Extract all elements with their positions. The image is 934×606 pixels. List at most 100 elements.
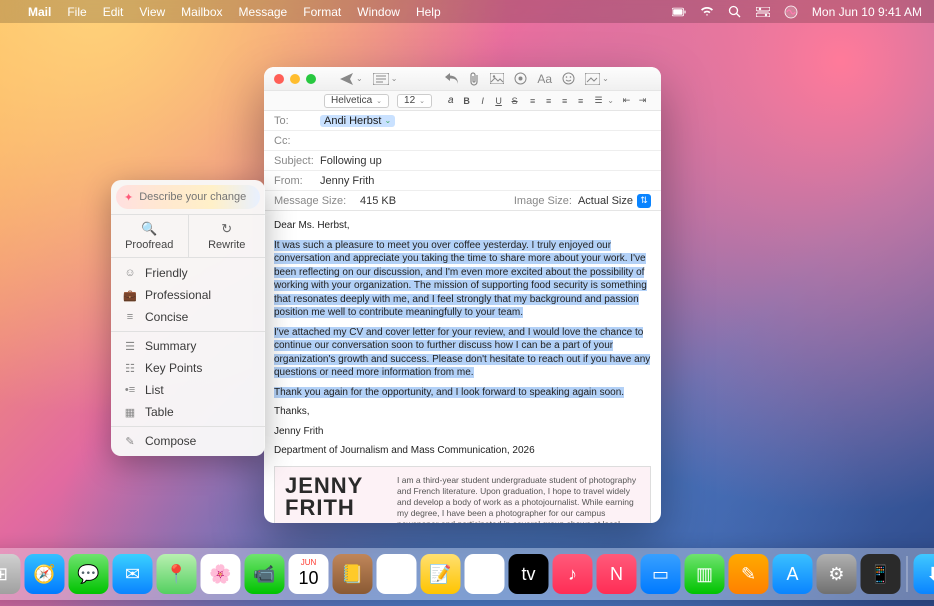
app-menu[interactable]: Mail	[28, 5, 51, 19]
dock-tv[interactable]: tv	[509, 554, 549, 594]
message-size-label: Message Size:	[274, 195, 360, 207]
dock-news[interactable]: N	[597, 554, 637, 594]
menu-view[interactable]: View	[139, 5, 165, 19]
body-paragraph: Thank you again for the opportunity, and…	[274, 386, 651, 400]
control-center-icon[interactable]	[756, 5, 770, 19]
dock-reminders[interactable]: ☑︎	[377, 554, 417, 594]
reply-icon[interactable]	[445, 73, 459, 84]
menu-help[interactable]: Help	[416, 5, 441, 19]
text-format-icon[interactable]: Aa	[537, 72, 552, 86]
italic-button[interactable]: I	[478, 96, 488, 106]
tone-professional[interactable]: 💼Professional	[111, 284, 265, 306]
rewrite-button[interactable]: ↻ Rewrite	[188, 215, 266, 257]
writing-tools-popover: ✦ 🔍 Proofread ↻ Rewrite ☺Friendly 💼Profe…	[111, 180, 265, 456]
briefcase-icon: 💼	[123, 289, 137, 302]
align-center-icon[interactable]: ≡	[544, 96, 554, 106]
transform-key-points[interactable]: ☷Key Points	[111, 357, 265, 379]
dock-mail[interactable]: ✉︎	[113, 554, 153, 594]
dock-messages[interactable]: 💬	[69, 554, 109, 594]
dock-freeform[interactable]: 〰︎	[465, 554, 505, 594]
menu-window[interactable]: Window	[357, 5, 400, 19]
recipient-chip[interactable]: Andi Herbst⌄	[320, 115, 395, 127]
minimize-button[interactable]	[290, 74, 300, 84]
send-options-chevron-icon[interactable]: ⌄	[356, 74, 363, 83]
dock-numbers[interactable]: ▥	[685, 554, 725, 594]
dock-photos[interactable]: 🌸	[201, 554, 241, 594]
compose-button[interactable]: ✎Compose	[111, 430, 265, 452]
font-size-select[interactable]: 12⌄	[397, 94, 432, 108]
message-body[interactable]: Dear Ms. Herbst, It was such a pleasure …	[264, 211, 661, 523]
photo-options-chevron-icon[interactable]: ⌄	[602, 74, 609, 83]
dock-appstore[interactable]: A	[773, 554, 813, 594]
table-icon: ▦	[123, 406, 137, 419]
dock-launchpad[interactable]: ⊞	[0, 554, 21, 594]
menu-edit[interactable]: Edit	[103, 5, 124, 19]
tone-concise[interactable]: ≡Concise	[111, 306, 265, 328]
body-paragraph: It was such a pleasure to meet you over …	[274, 239, 651, 320]
from-value[interactable]: Jenny Frith	[320, 175, 374, 187]
wifi-icon[interactable]	[700, 5, 714, 19]
emoji-icon[interactable]	[562, 72, 575, 85]
describe-change-input[interactable]	[139, 191, 265, 203]
align-left-icon[interactable]: ≡	[528, 96, 538, 106]
format-icon[interactable]	[514, 72, 527, 85]
align-justify-icon[interactable]: ≡	[576, 96, 586, 106]
subject-field-row[interactable]: Subject: Following up	[264, 151, 661, 171]
siri-icon[interactable]	[784, 5, 798, 19]
signature-line: Thanks,	[274, 405, 651, 419]
dock-iphone-mirroring[interactable]: 📱	[861, 554, 901, 594]
font-family-select[interactable]: Helvetica⌄	[324, 94, 389, 108]
text-background-button[interactable]: a	[448, 95, 454, 106]
transform-summary[interactable]: ☰Summary	[111, 335, 265, 357]
pencil-icon: ✎	[123, 435, 137, 448]
dock-keynote[interactable]: ▭	[641, 554, 681, 594]
image-size-select[interactable]: Actual Size ⇅	[578, 194, 651, 208]
dock-calendar[interactable]: JUN10	[289, 554, 329, 594]
to-field-row: To: Andi Herbst⌄	[264, 111, 661, 131]
dock-facetime[interactable]: 📹	[245, 554, 285, 594]
dock-pages[interactable]: ✎	[729, 554, 769, 594]
header-options-chevron-icon[interactable]: ⌄	[391, 74, 398, 83]
dock-maps[interactable]: 📍	[157, 554, 197, 594]
dock-safari[interactable]: 🧭	[25, 554, 65, 594]
tone-friendly[interactable]: ☺Friendly	[111, 262, 265, 284]
underline-button[interactable]: U	[494, 96, 504, 106]
bold-button[interactable]: B	[462, 96, 472, 106]
strike-button[interactable]: S	[510, 96, 520, 106]
dock-contacts[interactable]: 📒	[333, 554, 373, 594]
zoom-button[interactable]	[306, 74, 316, 84]
from-field-row[interactable]: From: Jenny Frith	[264, 171, 661, 191]
window-titlebar[interactable]: ⌄ ⌄ Aa ⌄	[264, 67, 661, 91]
subject-label: Subject:	[274, 155, 320, 167]
menu-file[interactable]: File	[67, 5, 86, 19]
battery-icon[interactable]	[672, 5, 686, 19]
transform-list[interactable]: •≡List	[111, 379, 265, 401]
cv-name: JENNYFRITH	[285, 475, 385, 519]
header-fields-icon[interactable]	[373, 73, 389, 85]
dock-music[interactable]: ♪	[553, 554, 593, 594]
outdent-icon[interactable]: ⇤	[622, 95, 632, 106]
subject-value[interactable]: Following up	[320, 155, 382, 167]
list-button-icon[interactable]: ☰	[594, 95, 604, 106]
menu-message[interactable]: Message	[239, 5, 288, 19]
menubar-clock[interactable]: Mon Jun 10 9:41 AM	[812, 5, 922, 19]
dock-downloads[interactable]: ⬇︎	[914, 554, 934, 594]
summary-icon: ☰	[123, 340, 137, 353]
transform-table[interactable]: ▦Table	[111, 401, 265, 423]
attach-icon[interactable]	[469, 72, 480, 86]
close-button[interactable]	[274, 74, 284, 84]
spotlight-icon[interactable]	[728, 5, 742, 19]
cc-field-row[interactable]: Cc:	[264, 131, 661, 151]
menu-format[interactable]: Format	[303, 5, 341, 19]
align-right-icon[interactable]: ≡	[560, 96, 570, 106]
dock-settings[interactable]: ⚙︎	[817, 554, 857, 594]
insert-photo-icon[interactable]	[490, 73, 504, 84]
dock-notes[interactable]: 📝	[421, 554, 461, 594]
menu-mailbox[interactable]: Mailbox	[181, 5, 222, 19]
indent-icon[interactable]: ⇥	[638, 95, 648, 106]
send-icon[interactable]	[340, 73, 354, 85]
describe-change-field[interactable]: ✦	[116, 185, 260, 209]
photo-browser-icon[interactable]	[585, 73, 600, 85]
proofread-button[interactable]: 🔍 Proofread	[111, 215, 188, 257]
rewrite-icon: ↻	[221, 221, 232, 237]
